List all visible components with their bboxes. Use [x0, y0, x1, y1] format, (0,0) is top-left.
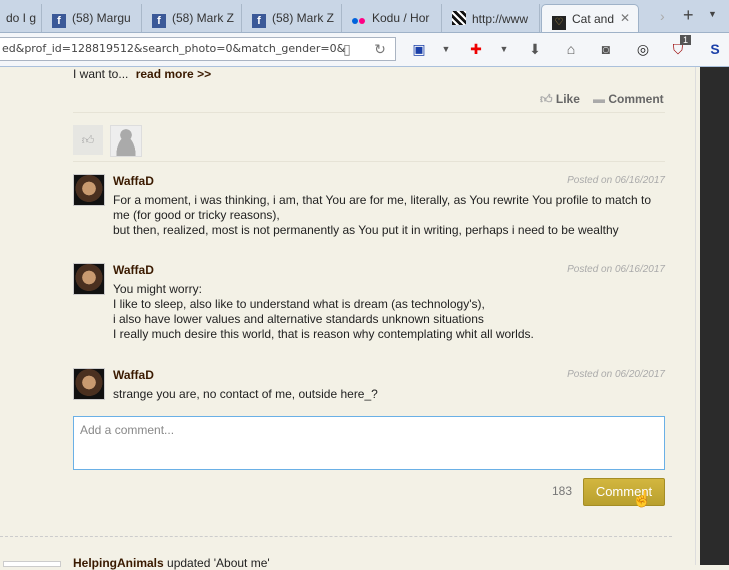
comment-body: For a moment, i was thinking, i am, that… [113, 193, 651, 238]
save-icon[interactable]: ▣ [410, 41, 428, 58]
tab-label: (58) Margu [72, 11, 131, 25]
home-icon[interactable]: ⌂ [562, 41, 580, 57]
comment-author[interactable]: WaffaD [113, 174, 154, 188]
activity-action: updated 'About me' [167, 556, 270, 570]
comment-author[interactable]: WaffaD [113, 368, 154, 382]
user-placeholder-avatar[interactable] [110, 125, 142, 157]
pocket-icon[interactable]: ◙ [597, 41, 615, 57]
activity-avatar[interactable] [3, 561, 61, 567]
reader-view-icon[interactable]: ▯ [338, 41, 356, 58]
dropdown-icon[interactable]: ▼ [437, 44, 455, 54]
tab-label: (58) Mark Z [172, 11, 235, 25]
comment-line: strange you are, no contact of me, outsi… [113, 387, 378, 401]
facebook-icon: f [52, 14, 66, 28]
comment-line: me (for good or tricky reasons), [113, 208, 280, 222]
commenter-avatar[interactable] [73, 263, 105, 295]
comment-line: I like to sleep, also like to understand… [113, 297, 485, 311]
sync-icon[interactable]: ◎ [634, 41, 652, 58]
excerpt-text: I want to... [73, 67, 129, 81]
comment-placeholder: Add a comment... [80, 423, 175, 437]
comment-input[interactable]: Add a comment... [73, 416, 665, 470]
heart-logo-icon: ♡ [552, 16, 566, 30]
flickr-icon [352, 13, 366, 27]
facebook-icon: f [152, 14, 166, 28]
comment-date: Posted on 06/16/2017 [567, 175, 665, 186]
submit-comment-button[interactable]: Comment [583, 478, 665, 506]
close-tab-icon[interactable]: ✕ [620, 11, 630, 25]
tab-1[interactable]: f (58) Margu [42, 4, 142, 32]
dropdown-icon[interactable]: ▼ [495, 44, 513, 54]
right-sidebar [700, 67, 729, 565]
comment-line: For a moment, i was thinking, i am, that… [113, 193, 652, 207]
tab-0[interactable]: do I g [0, 4, 42, 32]
post-excerpt: I want to... read more >> [73, 67, 211, 81]
comment-label: Comment [608, 92, 664, 106]
tab-label: (58) Mark Z [272, 11, 335, 25]
comment-body: You might worry: I like to sleep, also l… [113, 282, 534, 342]
first-aid-icon[interactable]: ✚ [467, 41, 485, 58]
tab-active[interactable]: ♡ Cat and ✕ [541, 4, 639, 32]
comment-body: strange you are, no contact of me, outsi… [113, 387, 378, 402]
tab-2[interactable]: f (58) Mark Z [142, 4, 242, 32]
url-bar[interactable]: ed&prof_id=128819512&search_photo=0&matc… [0, 37, 396, 61]
comment-line: but then, realized, most is not permanen… [113, 223, 619, 237]
scroll-tabs-right-icon[interactable]: › [660, 8, 665, 24]
divider [73, 112, 665, 113]
tab-3[interactable]: f (58) Mark Z [242, 4, 342, 32]
like-button[interactable]: 👍︎ Like [540, 92, 580, 107]
like-label: Like [555, 92, 580, 106]
tab-label: Kodu / Hor [372, 11, 430, 25]
tab-label: do I g [6, 11, 37, 25]
comment-line: i also have lower values and alternative… [113, 312, 484, 326]
comment-line: I really much desire this world, that is… [113, 327, 534, 341]
activity-author[interactable]: HelpingAnimals [73, 556, 164, 570]
site-icon [452, 11, 466, 25]
hand-cursor-icon: ☝ [632, 491, 652, 508]
extension-s-icon[interactable]: S [706, 41, 724, 57]
comment-date: Posted on 06/16/2017 [567, 264, 665, 275]
tab-bar: do I g f (58) Margu f (58) Mark Z f (58) Ma… [0, 0, 729, 33]
tab-5[interactable]: http://www [442, 4, 540, 32]
activity-entry: HelpingAnimals updated 'About me' [73, 556, 270, 570]
liked-thumb-icon: 👍︎ [73, 125, 103, 155]
char-counter: 183 [552, 484, 573, 498]
comment-author[interactable]: WaffaD [113, 263, 154, 277]
commenter-avatar[interactable] [73, 174, 105, 206]
divider [73, 161, 665, 162]
commenter-avatar[interactable] [73, 368, 105, 400]
comment-link[interactable]: ▬ Comment [593, 92, 664, 106]
content-border [695, 67, 696, 565]
facebook-icon: f [252, 14, 266, 28]
comment-line: You might worry: [113, 282, 202, 296]
tab-4[interactable]: Kodu / Hor [342, 4, 442, 32]
url-text: ed&prof_id=128819512&search_photo=0&matc… [2, 42, 346, 55]
ublock-badge: 1 [680, 35, 692, 45]
speech-bubble-icon: ▬ [593, 92, 605, 106]
read-more-link[interactable]: read more >> [136, 67, 211, 81]
tab-label: Cat and [572, 12, 615, 26]
thumbs-up-icon: 👍︎ [540, 92, 553, 106]
comment-date: Posted on 06/20/2017 [567, 369, 665, 380]
new-tab-icon[interactable]: + [683, 5, 694, 26]
reload-icon[interactable]: ↻ [371, 41, 389, 58]
tab-label: http://www [472, 12, 529, 26]
section-divider [0, 536, 672, 537]
nav-toolbar: ed&prof_id=128819512&search_photo=0&matc… [0, 33, 729, 67]
download-icon[interactable]: ⬇ [526, 41, 544, 58]
tab-list-icon[interactable]: ▼ [708, 9, 717, 19]
